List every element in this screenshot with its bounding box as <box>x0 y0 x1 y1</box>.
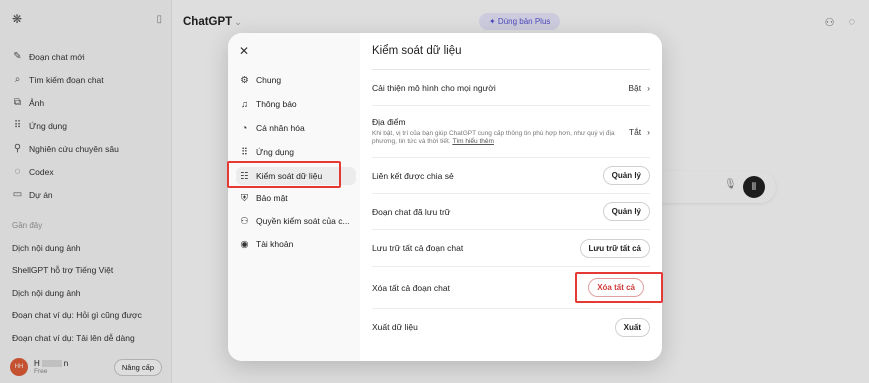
learn-more-link[interactable]: Tìm hiểu thêm <box>452 138 494 145</box>
manage-shared-links-button[interactable]: Quản lý <box>602 166 650 185</box>
settings-modal: ✕ ⚙ Chung ♫ Thông báo ◔ Cá nhân hóa ⠿ Ứng dụ… <box>228 33 662 361</box>
chevron-right-icon: › <box>647 82 650 93</box>
chevron-right-icon: › <box>647 126 650 137</box>
parental-icon: ⚇ <box>240 215 249 227</box>
nav-parental-controls[interactable]: ⚇ Quyền kiểm soát của c... <box>236 212 356 230</box>
nav-general[interactable]: ⚙ Chung <box>236 71 356 89</box>
nav-security[interactable]: ⛨ Bảo mật <box>236 189 356 207</box>
delete-all-button[interactable]: Xóa tất cả <box>588 278 644 297</box>
improve-model-value: Bật › <box>628 82 650 93</box>
nav-data-controls[interactable]: ☷ Kiểm soát dữ liệu <box>236 167 356 185</box>
row-archive-all: Lưu trữ tất cả đoạn chat Lưu trữ tất cả <box>372 230 650 267</box>
shield-icon: ⛨ <box>240 192 249 204</box>
apps-icon: ⠿ <box>241 146 248 158</box>
export-button[interactable]: Xuất <box>614 317 650 337</box>
bell-icon: ♫ <box>240 98 249 110</box>
nav-personalization[interactable]: ◔ Cá nhân hóa <box>236 119 356 137</box>
nav-apps[interactable]: ⠿ Ứng dụng <box>236 143 356 161</box>
location-value: Tắt › <box>628 126 650 137</box>
settings-nav: ✕ ⚙ Chung ♫ Thông báo ◔ Cá nhân hóa ⠿ Ứng dụ… <box>228 33 360 361</box>
archive-all-button[interactable]: Lưu trữ tất cả <box>579 238 650 258</box>
row-improve-model[interactable]: Cải thiện mô hình cho mọi người Bật › <box>372 70 650 106</box>
row-shared-links: Liên kết được chia sẻ Quản lý <box>372 158 650 194</box>
location-description: Khi bật, vị trí của bạn giúp ChatGPT cun… <box>372 129 615 145</box>
row-location[interactable]: Địa điểm Khi bật, vị trí của bạn giúp Ch… <box>372 106 650 158</box>
database-icon: ☷ <box>240 170 249 182</box>
close-icon[interactable]: ✕ <box>239 44 249 58</box>
panel-title: Kiểm soát dữ liệu <box>372 45 462 57</box>
nav-account[interactable]: ◉ Tài khoản <box>236 235 356 253</box>
nav-notifications[interactable]: ♫ Thông báo <box>236 95 356 113</box>
row-export: Xuất dữ liệu Xuất <box>372 309 650 345</box>
account-icon: ◉ <box>240 238 249 250</box>
data-controls-panel: Kiểm soát dữ liệu Cải thiện mô hình cho … <box>360 33 662 361</box>
personalize-icon: ◔ <box>241 122 248 134</box>
row-delete-all: Xóa tất cả đoạn chat Xóa tất cả <box>372 267 650 309</box>
manage-archived-button[interactable]: Quản lý <box>602 202 650 221</box>
row-archived-chats: Đoạn chat đã lưu trữ Quản lý <box>372 194 650 230</box>
location-text: Địa điểm Khi bật, vị trí của bạn giúp Ch… <box>372 117 622 146</box>
gear-icon: ⚙ <box>240 74 249 86</box>
